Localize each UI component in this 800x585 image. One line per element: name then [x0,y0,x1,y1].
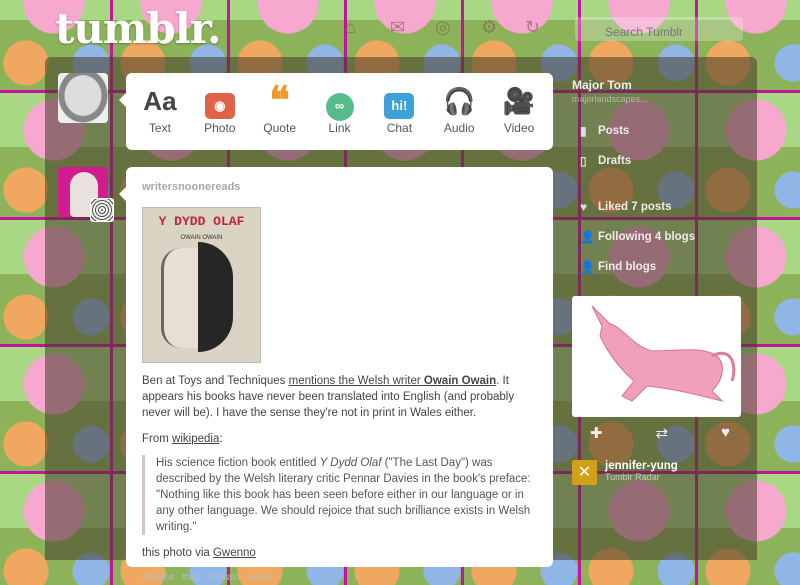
radar-blog-avatar: ✕ [572,460,597,485]
unicorn-drawing [591,305,736,402]
post-paragraph: this photo via Gwenno [142,547,256,559]
post-paragraph: Ben at Toys and Techniques mentions the … [142,375,515,419]
cover-author: OWAIN OWAIN [180,235,223,241]
camera-icon: ◉ [204,93,235,119]
compass-icon[interactable]: ◎ [435,17,451,38]
post-type-text[interactable]: Aa Text [130,73,190,150]
gwenno-link[interactable]: Gwenno [213,547,256,559]
post-type-label: Photo [204,121,236,135]
post-tags: #wales #ws #owain owain [142,569,537,585]
cover-title: Y DYDD OLAF [158,214,245,229]
search-input[interactable] [575,17,743,41]
link-icon: ∞ [325,93,354,121]
sidebar-item-following[interactable]: 👤 Following 4 blogs [572,222,747,252]
text-icon: Aa [143,86,177,116]
post-type-photo[interactable]: ◉ Photo [190,73,250,150]
like-icon[interactable]: ♥ [721,424,730,442]
person-icon: 👤 [580,230,595,244]
follow-icon[interactable]: ✚ [590,424,603,442]
add-person-icon: 👤 [580,260,595,274]
tag[interactable]: #ws [182,571,201,583]
blog-title[interactable]: Major Tom [572,78,747,92]
posts-icon: ▮ [580,124,587,138]
sidebar: Major Tom majorlandscapes... ▮ Posts ▯ Dra… [572,78,747,282]
user-avatar[interactable] [58,73,108,123]
post-type-label: Chat [386,121,413,135]
post-type-label: Link [328,121,351,135]
headphones-icon: 🎧 [443,86,476,116]
post-type-label: Audio [443,121,475,135]
reblog-icon[interactable]: ⇄ [656,424,669,442]
gear-icon[interactable]: ⚙ [481,17,497,38]
post-type-link[interactable]: ∞ Link [310,73,370,150]
wikipedia-link[interactable]: wikipedia [172,433,219,445]
radar-actions: ✚ ⇄ ♥ [590,424,730,442]
post-paragraph: From wikipedia: [142,433,223,445]
post-type-label: Text [148,121,171,135]
tag[interactable]: #owain owain [207,571,275,583]
blog-url: majorlandscapes... [572,94,648,104]
reblog-source-avatar[interactable] [90,198,114,222]
chat-icon: hi! [384,93,415,119]
radar-blog[interactable]: ✕ jennifer-yung Tumblr Radar [572,460,678,485]
quote-icon: ❝ [269,80,290,122]
radar-image[interactable] [572,296,741,417]
post-type-label: Video [503,121,535,135]
tag[interactable]: #wales [142,571,175,583]
post-type-video[interactable]: 🎥 Video [489,73,549,150]
post-blog-name[interactable]: writersnoonereads [142,179,537,195]
post-type-quote[interactable]: ❝ Quote [250,73,310,150]
post-type-bar: Aa Text ◉ Photo ❝ Quote ∞ Link hi! Chat 🎧 Audi… [119,73,553,150]
home-icon[interactable]: ⌂ [345,17,356,38]
book-cover-image[interactable]: Y DYDD OLAF OWAIN OWAIN [142,207,261,363]
sidebar-item-posts[interactable]: ▮ Posts [572,116,747,146]
post-quote: His science fiction book entitled Y Dydd… [142,455,537,535]
mail-icon[interactable]: ✉ [390,17,405,38]
post-type-label: Quote [263,121,296,135]
post-card: writersnoonereads Y DYDD OLAF OWAIN OWAI… [119,167,553,583]
activity-icon[interactable]: ↻ [525,17,540,38]
drafts-icon: ▯ [580,154,587,168]
sidebar-item-drafts[interactable]: ▯ Drafts [572,146,747,176]
post-type-chat[interactable]: hi! Chat [369,73,429,150]
video-camera-icon: 🎥 [502,86,536,116]
radar-label: Tumblr Radar [605,472,660,482]
tumblr-logo[interactable]: tumblr. [55,4,222,53]
sidebar-item-liked[interactable]: ♥ Liked 7 posts [572,192,747,222]
heart-icon: ♥ [580,200,588,214]
sidebar-item-find-blogs[interactable]: 👤 Find blogs [572,252,747,282]
radar-blog-name[interactable]: jennifer-yung [605,460,678,472]
mentions-link[interactable]: mentions the Welsh writer Owain Owain [289,375,497,387]
post-type-audio[interactable]: 🎧 Audio [429,73,489,150]
